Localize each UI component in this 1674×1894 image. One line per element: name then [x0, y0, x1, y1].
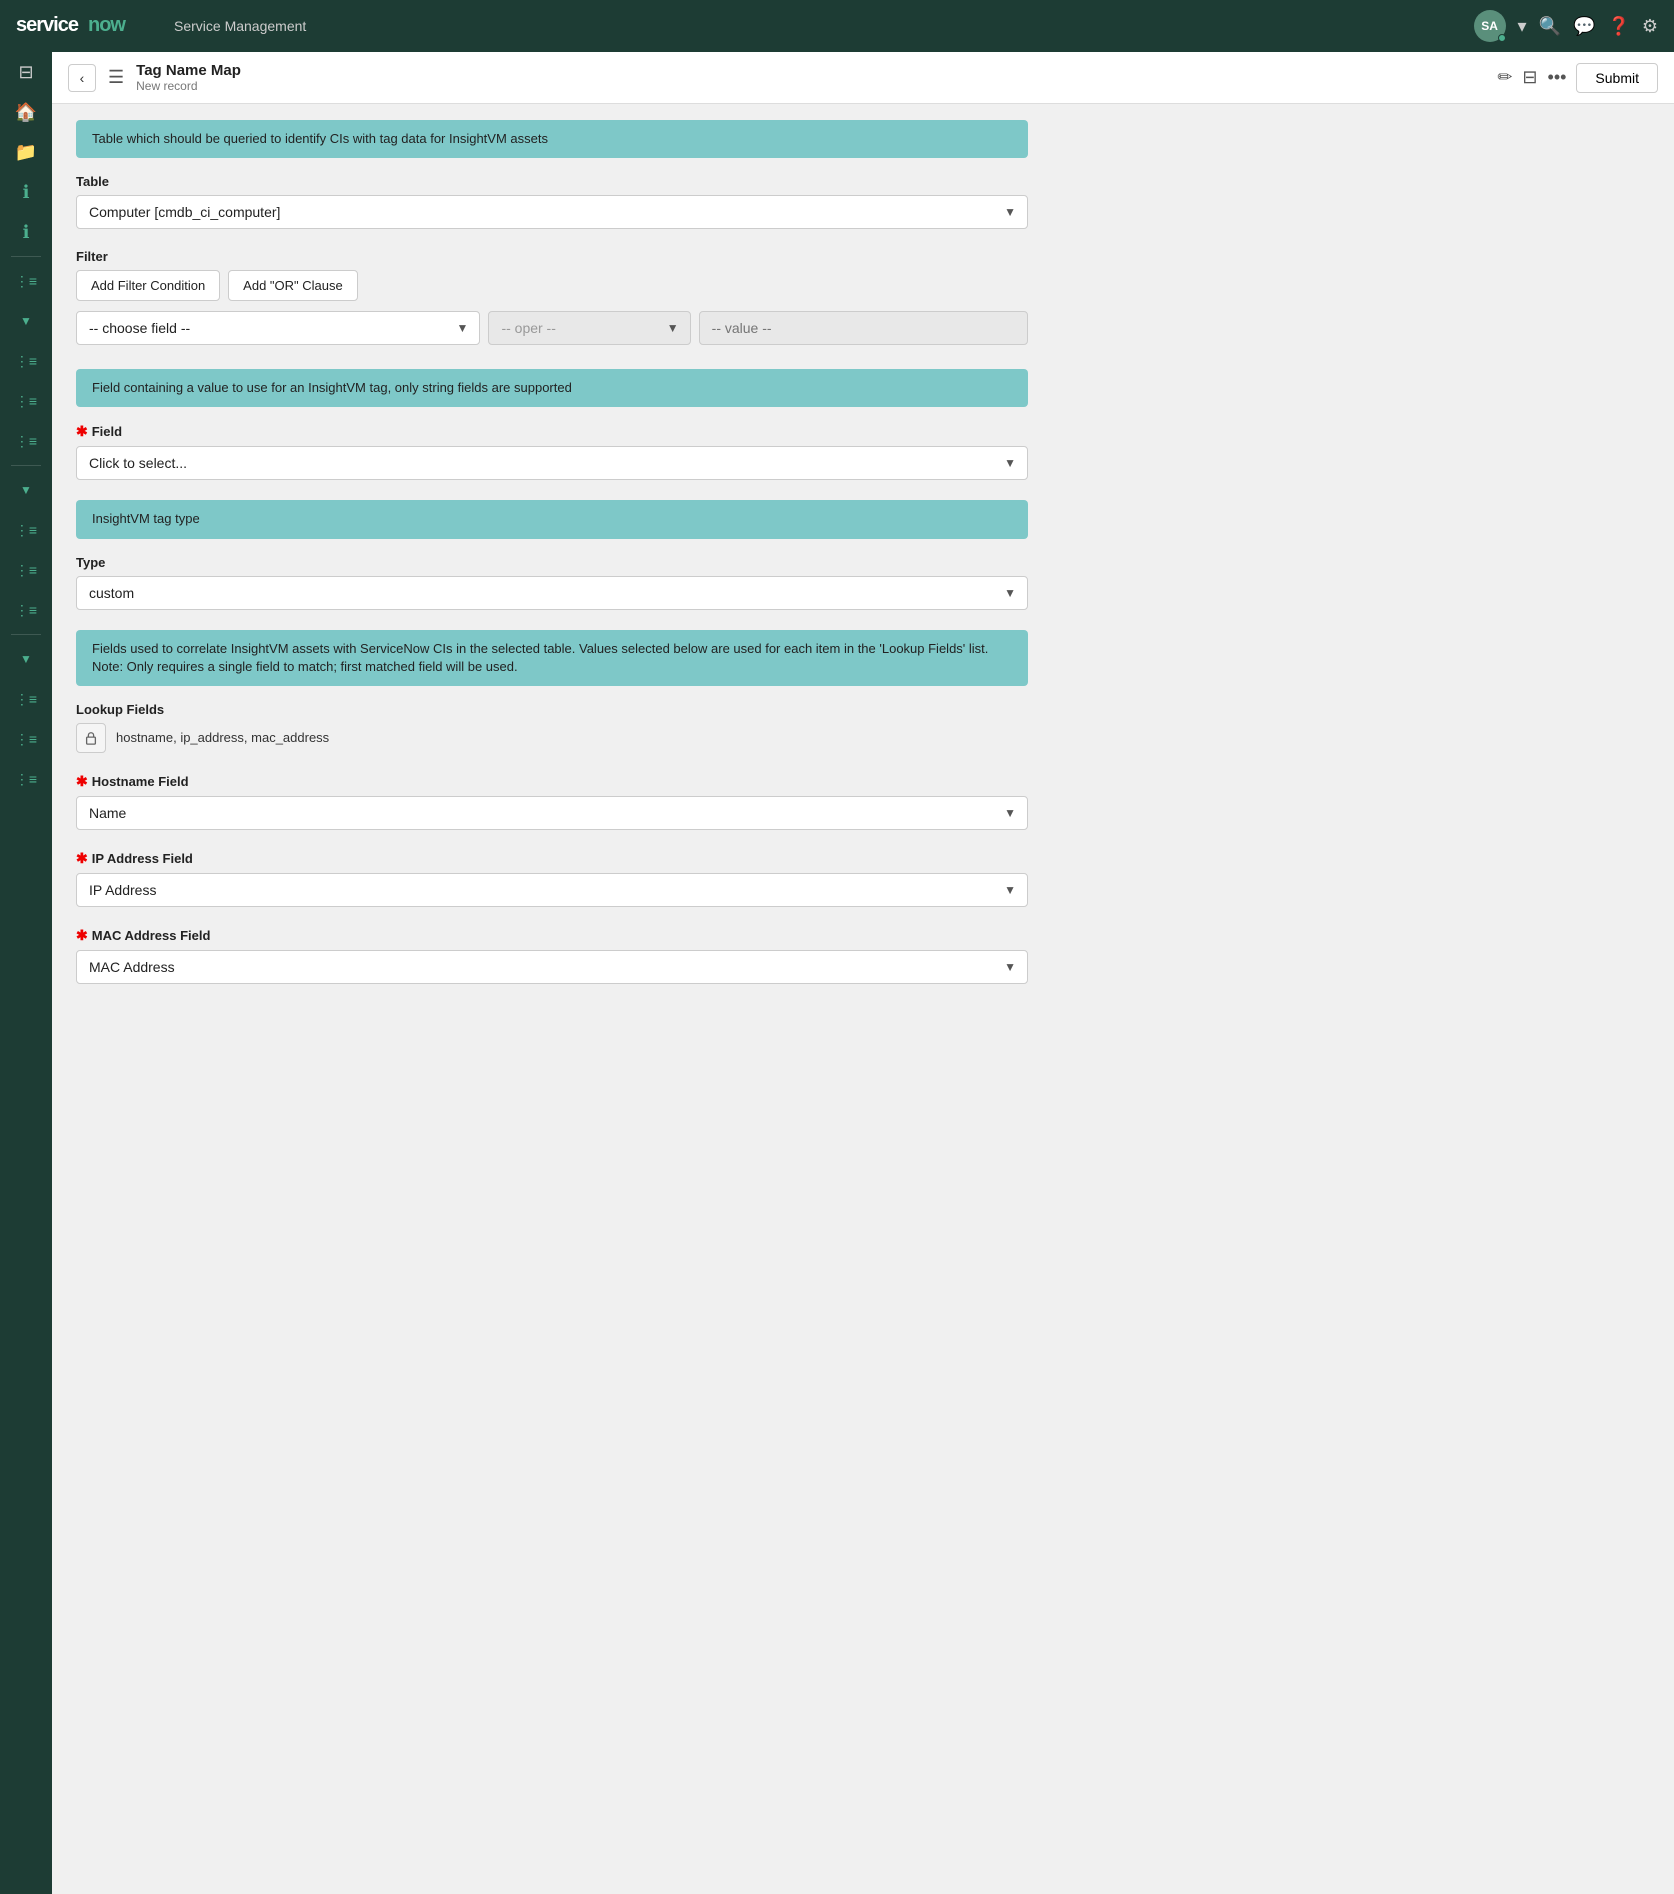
search-icon[interactable]: 🔍: [1539, 16, 1561, 37]
brand-area: service now Service Management: [16, 9, 306, 43]
record-subtitle: New record: [136, 79, 1485, 93]
sidebar-list5-icon[interactable]: ⋮≡: [0, 510, 52, 550]
record-title: Tag Name Map: [136, 62, 1485, 79]
record-info: Tag Name Map New record: [136, 62, 1485, 93]
attach-icon[interactable]: ✏: [1497, 67, 1512, 88]
oper-wrapper: -- oper -- ▼: [488, 311, 690, 345]
sidebar-triangle1-icon[interactable]: ▼: [0, 301, 52, 341]
app-title: Service Management: [174, 18, 306, 34]
hamburger-icon[interactable]: ☰: [108, 67, 124, 88]
sidebar-list2-icon[interactable]: ⋮≡: [0, 341, 52, 381]
filter-buttons: Add Filter Condition Add "OR" Clause: [76, 270, 1028, 301]
choose-field-wrapper: -- choose field -- ▼: [76, 311, 480, 345]
filter-section: Filter Add Filter Condition Add "OR" Cla…: [76, 249, 1028, 345]
hostname-select-wrapper: Name ▼: [76, 796, 1028, 830]
hostname-field-group: ✱ Hostname Field Name ▼: [76, 773, 1028, 830]
required-star-mac: ✱: [76, 927, 88, 944]
required-star-ip: ✱: [76, 850, 88, 867]
type-field-group: Type custom ▼: [76, 555, 1028, 610]
svg-text:service: service: [16, 14, 79, 36]
ip-label: ✱ IP Address Field: [76, 850, 1028, 867]
sidebar-list7-icon[interactable]: ⋮≡: [0, 590, 52, 630]
required-star-hostname: ✱: [76, 773, 88, 790]
filter-label: Filter: [76, 249, 1028, 264]
lookup-section-header: Fields used to correlate InsightVM asset…: [76, 630, 1028, 686]
sidebar-filter-icon[interactable]: ⊟: [0, 52, 52, 92]
sidebar-divider3: [11, 634, 41, 635]
table-field-group: Table Computer [cmdb_ci_computer] ▼: [76, 174, 1028, 229]
sidebar-home-icon[interactable]: 🏠: [0, 92, 52, 132]
sidebar-list8-icon[interactable]: ⋮≡: [0, 679, 52, 719]
type-label: Type: [76, 555, 1028, 570]
sidebar-list1-icon[interactable]: ⋮≡: [0, 261, 52, 301]
table-select[interactable]: Computer [cmdb_ci_computer]: [76, 195, 1028, 229]
lookup-value: hostname, ip_address, mac_address: [116, 730, 329, 745]
mac-select-wrapper: MAC Address ▼: [76, 950, 1028, 984]
sidebar-folder-icon[interactable]: 📁: [0, 132, 52, 172]
sidebar-list3-icon[interactable]: ⋮≡: [0, 381, 52, 421]
chevron-down-icon[interactable]: ▾: [1518, 16, 1527, 37]
sidebar-triangle2-icon[interactable]: ▼: [0, 470, 52, 510]
mac-field-group: ✱ MAC Address Field MAC Address ▼: [76, 927, 1028, 984]
settings-icon[interactable]: ⚙: [1642, 16, 1658, 37]
field-label: ✱ Field: [76, 423, 1028, 440]
field-select[interactable]: Click to select...: [76, 446, 1028, 480]
sidebar-triangle3-icon[interactable]: ▼: [0, 639, 52, 679]
oper-select[interactable]: -- oper --: [488, 311, 690, 345]
mac-label: ✱ MAC Address Field: [76, 927, 1028, 944]
chat-icon[interactable]: 💬: [1573, 16, 1595, 37]
sidebar-divider1: [11, 256, 41, 257]
filter-value-input[interactable]: [699, 311, 1028, 345]
form-content: Table which should be queried to identif…: [52, 104, 1052, 1020]
field-field-group: ✱ Field Click to select... ▼: [76, 423, 1028, 480]
main-wrapper: ‹ ☰ Tag Name Map New record ✏ ⊟ ••• Subm…: [52, 52, 1674, 1894]
tune-icon[interactable]: ⊟: [1522, 67, 1537, 88]
lock-icon-box: [76, 723, 106, 753]
ip-select[interactable]: IP Address: [76, 873, 1028, 907]
back-button[interactable]: ‹: [68, 64, 96, 92]
sidebar: ⊟ 🏠 📁 ℹ ℹ ⋮≡ ▼ ⋮≡ ⋮≡ ⋮≡ ▼ ⋮≡ ⋮≡ ⋮≡ ▼ ⋮≡ …: [0, 52, 52, 1894]
field-section-header: Field containing a value to use for an I…: [76, 369, 1028, 407]
lock-icon: [84, 731, 98, 745]
choose-field-select[interactable]: -- choose field --: [76, 311, 480, 345]
topnav-actions: SA ▾ 🔍 💬 ❓ ⚙: [1474, 10, 1658, 42]
top-navigation: service now Service Management SA ▾ 🔍 💬 …: [0, 0, 1674, 52]
hostname-select[interactable]: Name: [76, 796, 1028, 830]
ip-select-wrapper: IP Address ▼: [76, 873, 1028, 907]
type-select[interactable]: custom: [76, 576, 1028, 610]
sidebar-divider2: [11, 465, 41, 466]
sidebar-list9-icon[interactable]: ⋮≡: [0, 719, 52, 759]
more-icon[interactable]: •••: [1548, 67, 1567, 88]
sidebar-list10-icon[interactable]: ⋮≡: [0, 759, 52, 799]
sidebar-list4-icon[interactable]: ⋮≡: [0, 421, 52, 461]
field-select-wrapper: Click to select... ▼: [76, 446, 1028, 480]
sidebar-info-icon[interactable]: ℹ: [0, 172, 52, 212]
table-label: Table: [76, 174, 1028, 189]
hostname-label: ✱ Hostname Field: [76, 773, 1028, 790]
help-icon[interactable]: ❓: [1607, 16, 1629, 37]
sidebar-list6-icon[interactable]: ⋮≡: [0, 550, 52, 590]
tag-type-section-header: InsightVM tag type: [76, 500, 1028, 538]
type-select-wrapper: custom ▼: [76, 576, 1028, 610]
lookup-lock-row: hostname, ip_address, mac_address: [76, 723, 1028, 753]
online-indicator: [1498, 34, 1506, 42]
table-section-header: Table which should be queried to identif…: [76, 120, 1028, 158]
ip-field-group: ✱ IP Address Field IP Address ▼: [76, 850, 1028, 907]
mac-select[interactable]: MAC Address: [76, 950, 1028, 984]
add-or-clause-button[interactable]: Add "OR" Clause: [228, 270, 358, 301]
header-actions: ✏ ⊟ ••• Submit: [1497, 63, 1658, 93]
user-avatar[interactable]: SA: [1474, 10, 1506, 42]
required-star-field: ✱: [76, 423, 88, 440]
sidebar-info2-icon[interactable]: ℹ: [0, 212, 52, 252]
submit-button[interactable]: Submit: [1576, 63, 1658, 93]
add-filter-condition-button[interactable]: Add Filter Condition: [76, 270, 220, 301]
content-header: ‹ ☰ Tag Name Map New record ✏ ⊟ ••• Subm…: [52, 52, 1674, 104]
filter-row: -- choose field -- ▼ -- oper -- ▼: [76, 311, 1028, 345]
servicenow-logo: service now: [16, 9, 156, 43]
svg-text:now: now: [88, 14, 126, 36]
lookup-label: Lookup Fields: [76, 702, 1028, 717]
lookup-field-group: Lookup Fields hostname, ip_address, mac_…: [76, 702, 1028, 753]
table-select-wrapper: Computer [cmdb_ci_computer] ▼: [76, 195, 1028, 229]
